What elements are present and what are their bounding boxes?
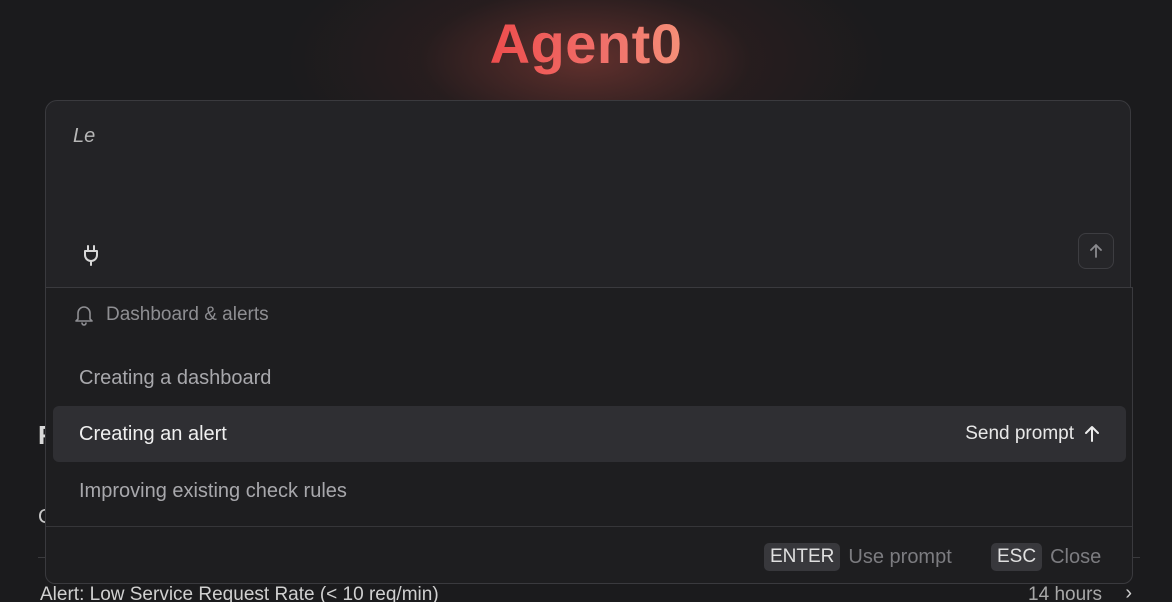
prompt-card: Le: [45, 100, 1131, 288]
enter-hint-label: Use prompt: [848, 545, 952, 568]
brand-title: Agent0: [0, 8, 1172, 80]
esc-key: ESC: [991, 543, 1043, 571]
suggestion-item-label: Creating an alert: [79, 422, 227, 445]
suggestion-group-header: Dashboard & alerts: [74, 304, 269, 326]
dropdown-footer: ENTER Use prompt ESC Close: [46, 526, 1132, 585]
suggestions-dropdown: Dashboard & alerts Creating a dashboard …: [45, 287, 1133, 584]
chevron-right-icon[interactable]: ›: [1125, 582, 1132, 602]
suggestion-item-label: Improving existing check rules: [79, 479, 347, 502]
send-button[interactable]: [1078, 233, 1114, 269]
alert-row-time: 14 hours: [1028, 584, 1102, 602]
suggestion-group-label: Dashboard & alerts: [106, 304, 269, 325]
suggestion-item[interactable]: Improving existing check rules: [53, 463, 1126, 519]
suggestion-item-active[interactable]: Creating an alert Send prompt: [53, 406, 1126, 462]
brand-title-text: Agent0: [489, 12, 683, 75]
send-prompt-label: Send prompt: [965, 423, 1074, 444]
arrow-up-icon: [1090, 244, 1102, 258]
suggestion-item-label: Creating a dashboard: [79, 366, 272, 389]
esc-hint-label: Close: [1050, 545, 1102, 568]
bell-icon: [75, 306, 93, 326]
app-stage: Agent0 F C Alert: Low Service Request Ra…: [0, 0, 1172, 602]
prompt-input[interactable]: Le: [73, 125, 95, 148]
suggestion-item[interactable]: Creating a dashboard: [53, 350, 1126, 406]
background-alert-row[interactable]: Alert: Low Service Request Rate (< 10 re…: [40, 582, 1132, 602]
alert-row-title: Alert: Low Service Request Rate (< 10 re…: [40, 584, 439, 602]
send-prompt-action[interactable]: Send prompt: [965, 406, 1100, 462]
esc-hint: ESC Close: [991, 541, 1101, 573]
enter-hint: ENTER Use prompt: [764, 541, 952, 573]
arrow-up-icon: [1085, 426, 1099, 442]
plug-icon[interactable]: [82, 244, 100, 266]
enter-key: ENTER: [764, 543, 841, 571]
